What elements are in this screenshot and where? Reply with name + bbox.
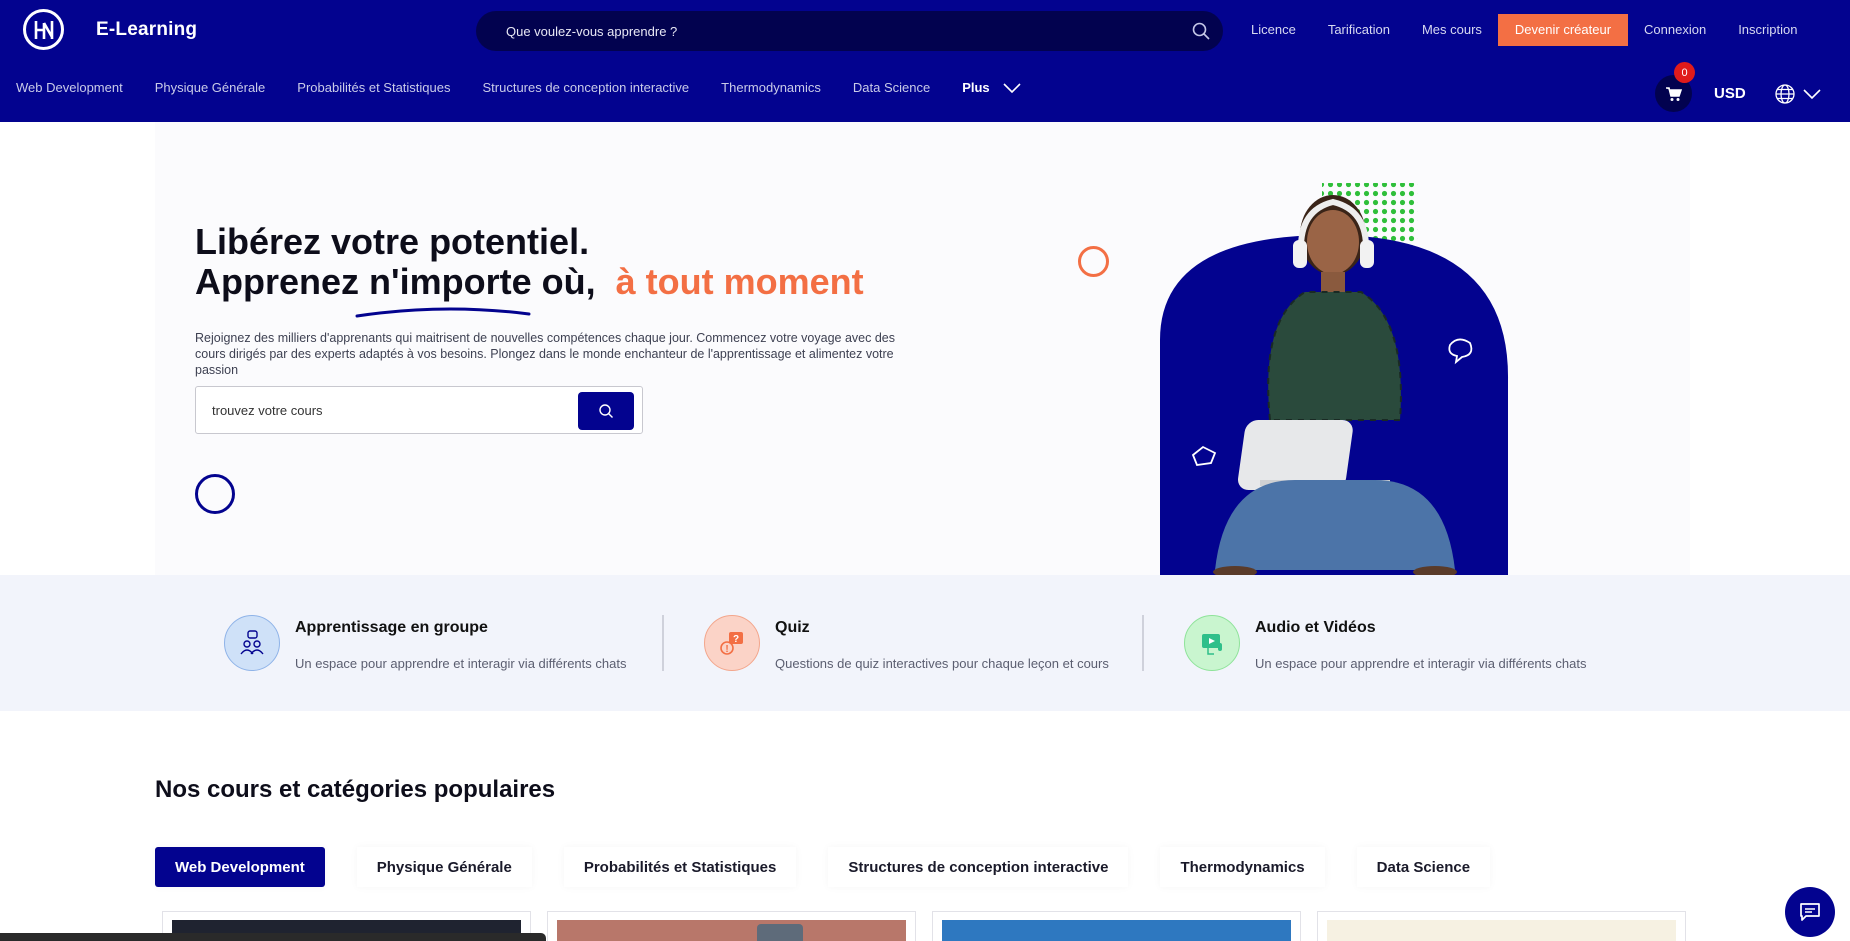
student-illustration (1160, 183, 1509, 575)
group-icon (224, 615, 280, 671)
top-header: E-Learning Licence Tarification Mes cour… (0, 0, 1850, 122)
feature-title: Quiz (775, 619, 810, 636)
tab-probabilites-statistiques[interactable]: Probabilités et Statistiques (563, 847, 797, 887)
category-nav-item[interactable]: Probabilités et Statistiques (297, 80, 450, 95)
code-badge-decoration (757, 924, 803, 941)
svg-text:?: ? (733, 634, 739, 645)
category-nav-item[interactable]: Thermodynamics (721, 80, 821, 95)
nav-my-courses[interactable]: Mes cours (1406, 14, 1498, 46)
tab-web-development[interactable]: Web Development (155, 847, 325, 887)
category-nav-item[interactable]: Data Science (853, 80, 930, 95)
course-search-input[interactable] (212, 387, 572, 433)
feature-description: Questions de quiz interactives pour chaq… (775, 656, 1109, 671)
hero-title-main: Apprenez n'importe où, (195, 261, 596, 302)
video-icon (1184, 615, 1240, 671)
feature-title: Audio et Vidéos (1255, 619, 1376, 636)
quiz-icon: ?! (704, 615, 760, 671)
brand-name[interactable]: E-Learning (96, 19, 197, 41)
feature-description: Un espace pour apprendre et interagir vi… (1255, 656, 1587, 671)
more-categories-button[interactable]: Plus (962, 80, 1021, 95)
svg-text:!: ! (725, 644, 728, 655)
course-card[interactable] (547, 911, 916, 941)
title-underline-decoration (355, 307, 531, 318)
tab-data-science[interactable]: Data Science (1356, 847, 1491, 887)
more-label: Plus (962, 80, 990, 95)
nav-signup[interactable]: Inscription (1722, 14, 1813, 46)
top-nav: Licence Tarification Mes cours Devenir c… (1235, 14, 1813, 46)
search-icon (599, 404, 613, 418)
nav-licence[interactable]: Licence (1235, 14, 1312, 46)
hero-title-accent: à tout moment (615, 261, 864, 302)
become-creator-button[interactable]: Devenir créateur (1497, 14, 1629, 46)
hero-description: Rejoignez des milliers d'apprenants qui … (195, 331, 895, 377)
category-nav-item[interactable]: Web Development (16, 80, 123, 95)
header-search-input[interactable] (506, 11, 1146, 51)
divider (1142, 615, 1144, 671)
tab-physique-generale[interactable]: Physique Générale (356, 847, 532, 887)
logo[interactable] (23, 9, 64, 50)
hero-title-line1: Libérez votre potentiel. (195, 221, 590, 262)
category-nav: Web Development Physique Générale Probab… (16, 80, 1054, 95)
hero-search (195, 386, 643, 434)
language-selector[interactable] (1774, 83, 1822, 105)
category-nav-item[interactable]: Physique Générale (155, 80, 266, 95)
category-tabs: Web Development Physique Générale Probab… (155, 847, 1522, 887)
feature-title: Apprentissage en groupe (295, 619, 488, 636)
popular-section-title: Nos cours et catégories populaires (155, 776, 556, 803)
nav-login[interactable]: Connexion (1628, 14, 1722, 46)
course-thumbnail (1327, 920, 1676, 941)
header-search (476, 11, 1223, 51)
tab-thermodynamics[interactable]: Thermodynamics (1160, 847, 1325, 887)
chevron-down-icon (1003, 82, 1021, 93)
notification-toast (0, 933, 546, 941)
chat-button[interactable] (1785, 887, 1835, 937)
course-card[interactable] (1317, 911, 1686, 941)
features-strip: Apprentissage en groupe Un espace pour a… (0, 575, 1850, 711)
hero-title-line2: Apprenez n'importe où, à tout moment (195, 262, 864, 302)
decorative-ring (1078, 246, 1109, 277)
feature-quiz: ?! Quiz Questions de quiz interactives p… (704, 615, 1109, 671)
hero-title: Libérez votre potentiel. Apprenez n'impo… (195, 222, 864, 302)
course-thumbnail (557, 920, 906, 941)
search-icon[interactable] (1191, 21, 1211, 41)
feature-description: Un espace pour apprendre et interagir vi… (295, 656, 627, 671)
category-nav-item[interactable]: Structures de conception interactive (483, 80, 690, 95)
hn-logo-icon (23, 9, 64, 50)
decorative-ring (195, 474, 235, 514)
cart-count-badge: 0 (1674, 62, 1695, 83)
nav-pricing[interactable]: Tarification (1312, 14, 1406, 46)
tab-structures-conception[interactable]: Structures de conception interactive (828, 847, 1129, 887)
course-card[interactable] (932, 911, 1301, 941)
feature-group-learning: Apprentissage en groupe Un espace pour a… (224, 615, 626, 671)
currency-selector[interactable]: USD (1714, 85, 1746, 102)
globe-icon (1775, 84, 1795, 104)
divider (662, 615, 664, 671)
feature-audio-video: Audio et Vidéos Un espace pour apprendre… (1184, 615, 1586, 671)
course-thumbnail (942, 920, 1291, 941)
chevron-down-icon (1803, 89, 1821, 100)
course-search-button[interactable] (578, 392, 634, 430)
cart-icon (1666, 86, 1682, 101)
chat-icon (1800, 903, 1820, 921)
